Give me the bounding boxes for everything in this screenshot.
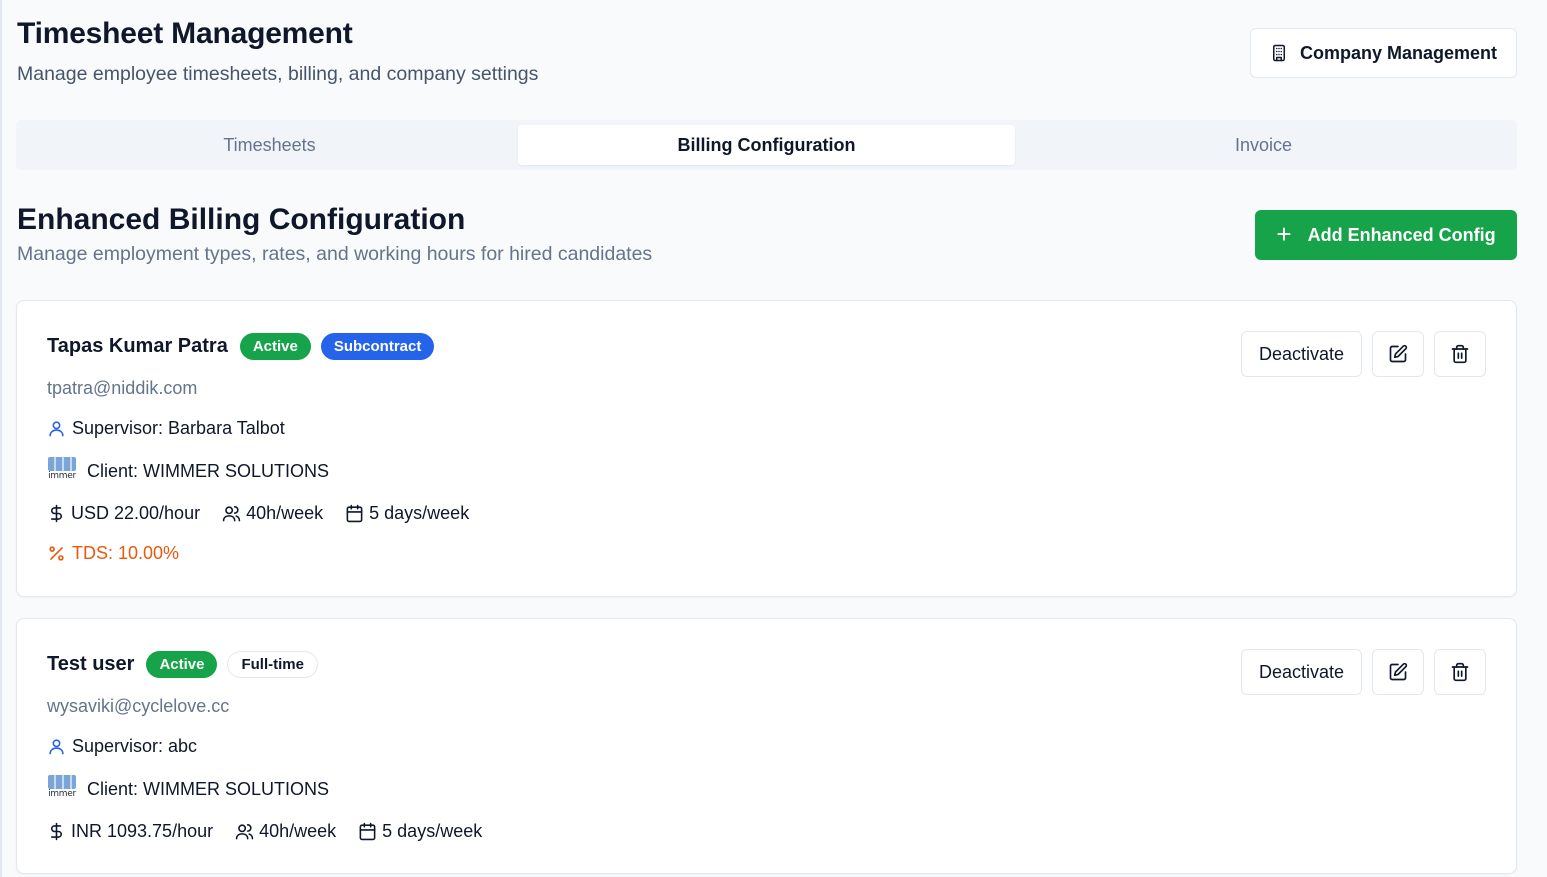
section-subtitle: Manage employment types, rates, and work… (17, 243, 653, 265)
dollar-icon (50, 504, 62, 523)
user-icon (49, 739, 64, 755)
edit-button[interactable] (1372, 649, 1424, 695)
employment-type-badge: Full-time (227, 651, 318, 678)
tds-row: TDS: 10.00% (47, 543, 179, 564)
rates-row: INR 1093.75/hour 40h/week 5 days/week (47, 821, 498, 842)
section-title: Enhanced Billing Configuration (17, 203, 466, 236)
hours-text: 40h/week (259, 821, 337, 841)
hours-text: 40h/week (246, 503, 324, 523)
tab-timesheets[interactable]: Timesheets (21, 125, 518, 165)
trash-icon (1451, 344, 1469, 364)
client-logo: immer (47, 774, 77, 804)
employment-type-badge: Subcontract (320, 333, 435, 360)
delete-button[interactable] (1434, 331, 1486, 377)
tab-list: Timesheets Billing Configuration Invoice (16, 120, 1517, 170)
sidebar-edge (0, 0, 2, 877)
days-item: 5 days/week (345, 503, 469, 524)
supervisor-row: Supervisor: Barbara Talbot (47, 418, 285, 439)
edit-icon (1389, 344, 1408, 363)
billing-config-card: Tapas Kumar Patra Active Subcontract tpa… (16, 300, 1517, 597)
rate-item: USD 22.00/hour (47, 503, 200, 524)
client-row: immer Client: WIMMER SOLUTIONS (47, 774, 329, 804)
status-badge: Active (146, 651, 218, 678)
hours-item: 40h/week (235, 821, 336, 842)
add-enhanced-config-label: Add Enhanced Config (1307, 224, 1496, 245)
users-icon (235, 823, 254, 840)
candidate-email: tpatra@niddik.com (47, 378, 198, 398)
company-management-button[interactable]: Company Management (1250, 28, 1517, 78)
rate-text: USD 22.00/hour (71, 503, 201, 523)
client-logo: immer (47, 456, 77, 486)
rate-text: INR 1093.75/hour (71, 821, 214, 841)
add-enhanced-config-button[interactable]: + Add Enhanced Config (1255, 210, 1517, 260)
page-title: Timesheet Management (17, 17, 353, 50)
rates-row: USD 22.00/hour 40h/week 5 days/week (47, 503, 485, 524)
candidate-name: Tapas Kumar Patra (47, 335, 228, 357)
candidate-name: Test user (47, 653, 135, 675)
section-header: Enhanced Billing Configuration Manage em… (16, 170, 1517, 300)
users-icon (222, 505, 241, 522)
plus-icon: + (1276, 218, 1292, 249)
page-header: Timesheet Management Manage employee tim… (16, 0, 1517, 120)
rate-item: INR 1093.75/hour (47, 821, 213, 842)
trash-icon (1451, 662, 1469, 682)
percent-icon (49, 546, 64, 561)
client-logo-text: immer (48, 789, 76, 799)
client-text: Client: WIMMER SOLUTIONS (87, 778, 330, 799)
calendar-icon (359, 822, 376, 841)
days-text: 5 days/week (382, 821, 483, 841)
days-item: 5 days/week (358, 821, 482, 842)
tab-invoice[interactable]: Invoice (1015, 125, 1512, 165)
dollar-icon (50, 822, 62, 841)
client-logo-text: immer (48, 471, 76, 481)
page: Timesheet Management Manage employee tim… (0, 0, 1547, 877)
delete-button[interactable] (1434, 649, 1486, 695)
card-actions: Deactivate (1241, 649, 1486, 695)
client-row: immer Client: WIMMER SOLUTIONS (47, 456, 329, 486)
hours-item: 40h/week (222, 503, 323, 524)
company-management-label: Company Management (1299, 42, 1498, 63)
billing-config-card: Test user Active Full-time wysaviki@cycl… (16, 618, 1517, 874)
user-icon (49, 421, 64, 437)
deactivate-button[interactable]: Deactivate (1241, 649, 1362, 695)
calendar-icon (346, 504, 363, 523)
edit-button[interactable] (1372, 331, 1424, 377)
tab-billing-configuration[interactable]: Billing Configuration (518, 125, 1015, 165)
tds-text: TDS: 10.00% (72, 543, 180, 563)
candidate-email: wysaviki@cyclelove.cc (47, 696, 230, 716)
supervisor-text: Supervisor: Barbara Talbot (72, 418, 285, 438)
building-icon (1272, 44, 1285, 62)
days-text: 5 days/week (369, 503, 470, 523)
edit-icon (1389, 662, 1408, 681)
deactivate-button[interactable]: Deactivate (1241, 331, 1362, 377)
status-badge: Active (239, 333, 311, 360)
card-header: Tapas Kumar Patra Active Subcontract (47, 333, 435, 360)
card-header: Test user Active Full-time (47, 651, 318, 678)
supervisor-row: Supervisor: abc (47, 736, 197, 757)
card-actions: Deactivate (1241, 331, 1486, 377)
supervisor-text: Supervisor: abc (72, 736, 198, 756)
page-subtitle: Manage employee timesheets, billing, and… (17, 63, 539, 85)
client-text: Client: WIMMER SOLUTIONS (87, 460, 330, 481)
